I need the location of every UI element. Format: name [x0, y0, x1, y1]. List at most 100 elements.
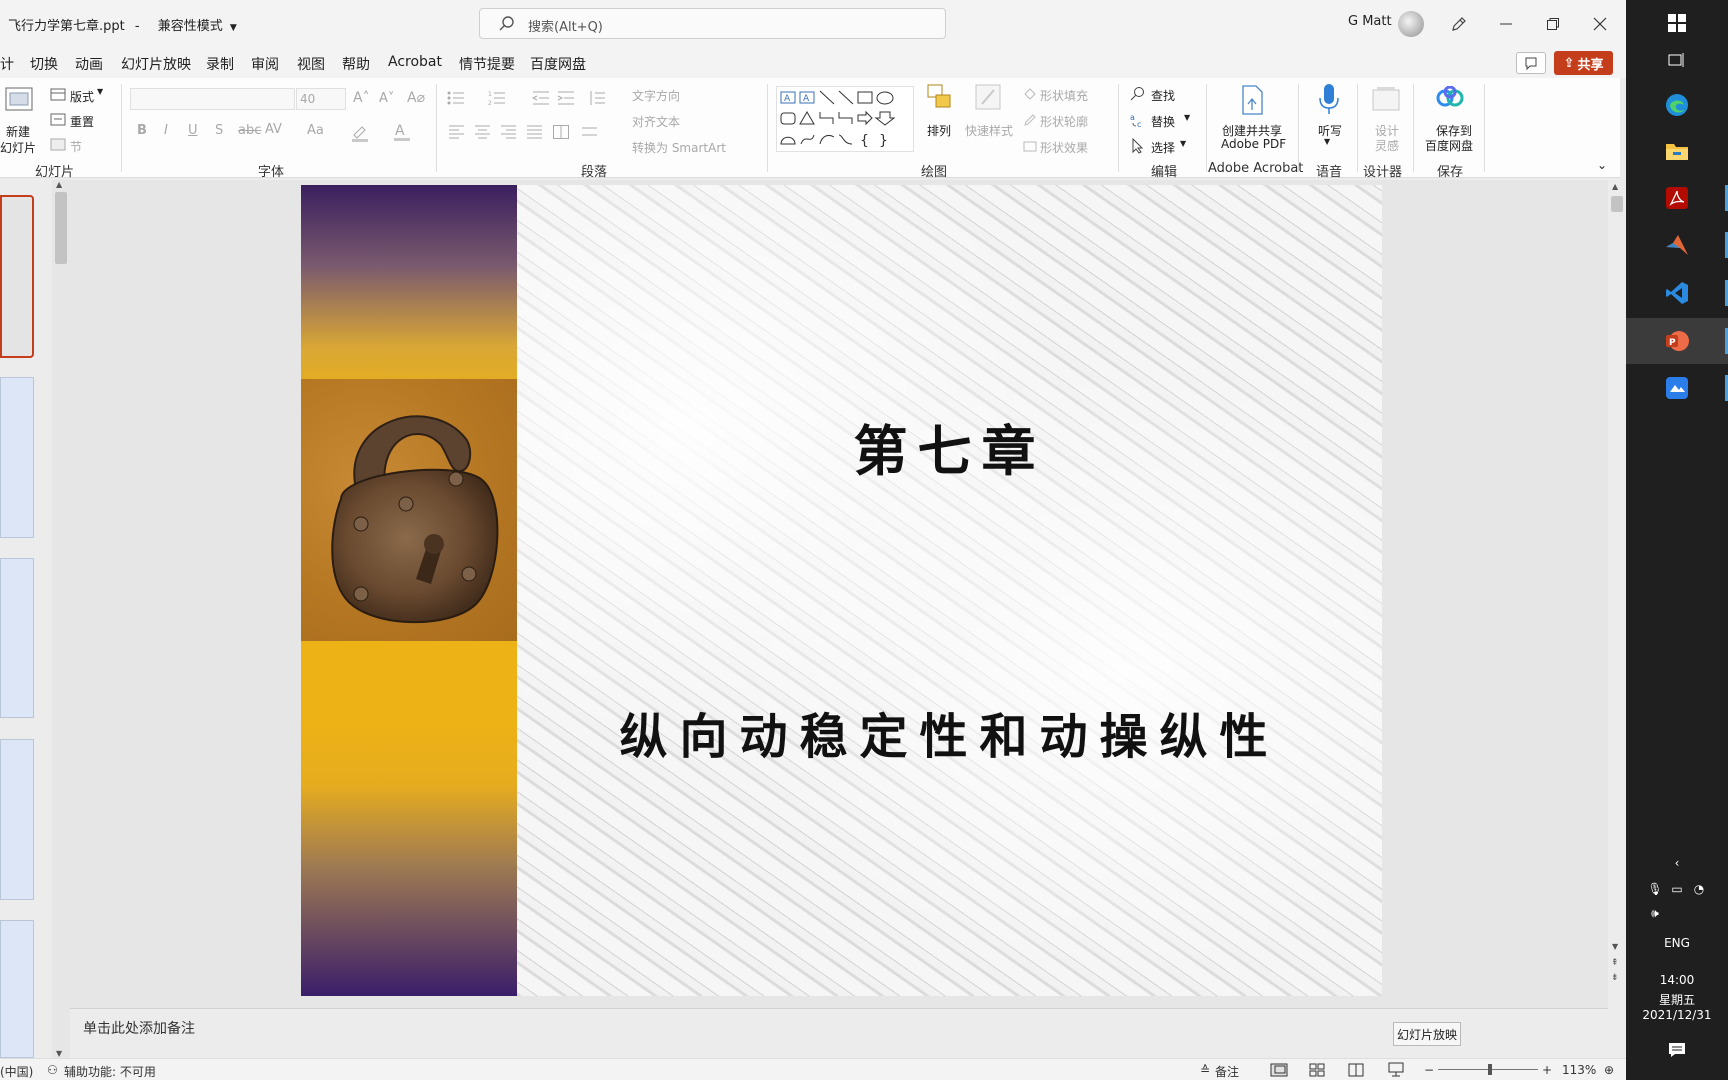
- avatar[interactable]: [1398, 11, 1424, 37]
- strikethrough-icon[interactable]: abc: [238, 123, 261, 138]
- taskbar-powerpoint[interactable]: P: [1626, 318, 1728, 364]
- bullets-icon[interactable]: [447, 90, 465, 106]
- search-box[interactable]: 搜索(Alt+Q): [479, 8, 946, 39]
- tab-acrobat[interactable]: Acrobat: [388, 54, 442, 70]
- section-button[interactable]: 节: [50, 136, 110, 156]
- scroll-down-icon[interactable]: ▼: [56, 1049, 62, 1058]
- notes-toggle-button[interactable]: 备注: [1215, 1063, 1239, 1080]
- zoom-in-icon[interactable]: +: [1542, 1063, 1552, 1077]
- notes-pane[interactable]: 单击此处添加备注: [70, 1008, 1608, 1058]
- taskbar-edge[interactable]: [1626, 82, 1728, 128]
- scrollbar-thumb[interactable]: [1611, 196, 1623, 212]
- slide-thumbnail-2[interactable]: [0, 377, 34, 538]
- slide-thumbnail-5[interactable]: [0, 920, 34, 1058]
- find-button[interactable]: 查找: [1130, 84, 1190, 104]
- grow-font-icon[interactable]: A˄: [353, 90, 370, 106]
- taskbar-netdisk[interactable]: [1626, 365, 1728, 411]
- new-slide-button[interactable]: 新建 幻灯片: [0, 82, 42, 155]
- paragraph-align-icon[interactable]: [582, 125, 598, 139]
- accessibility-status[interactable]: 辅助功能: 不可用: [64, 1063, 156, 1080]
- zoom-level[interactable]: 113%: [1562, 1063, 1596, 1077]
- volume-icon[interactable]: 🕪: [1604, 906, 1706, 921]
- tab-help[interactable]: 帮助: [342, 54, 370, 74]
- tab-animations[interactable]: 动画: [75, 54, 103, 74]
- taskbar-acrobat[interactable]: [1626, 175, 1728, 221]
- slide-sorter-icon[interactable]: [1309, 1063, 1325, 1077]
- align-text-button[interactable]: 对齐文本: [632, 113, 680, 130]
- tab-transitions[interactable]: 切换: [30, 54, 58, 74]
- align-left-icon[interactable]: [449, 125, 465, 139]
- task-view-button[interactable]: [1626, 37, 1728, 83]
- slide[interactable]: 第七章 纵向动稳定性和动操纵性: [301, 185, 1382, 996]
- padlock-image[interactable]: [301, 379, 517, 641]
- input-language[interactable]: ENG: [1626, 936, 1728, 950]
- slide-thumbnail-3[interactable]: [0, 558, 34, 718]
- scroll-down-icon[interactable]: ▼: [1612, 942, 1618, 951]
- zoom-slider-thumb[interactable]: [1488, 1064, 1492, 1075]
- scroll-up-icon[interactable]: ▲: [56, 180, 62, 189]
- close-icon[interactable]: [1588, 12, 1612, 36]
- minimize-icon[interactable]: [1494, 12, 1518, 36]
- underline-icon[interactable]: U: [188, 123, 198, 138]
- previous-slide-icon[interactable]: ⇞: [1611, 958, 1619, 968]
- tab-baidu-netdisk[interactable]: 百度网盘: [530, 54, 586, 74]
- bold-icon[interactable]: B: [137, 123, 147, 138]
- text-direction-button[interactable]: 文字方向: [632, 87, 680, 104]
- shadow-icon[interactable]: S: [215, 123, 223, 138]
- font-name-select[interactable]: [130, 88, 295, 110]
- reset-button[interactable]: 重置: [50, 111, 110, 131]
- taskbar-file-explorer[interactable]: [1626, 128, 1728, 174]
- tab-design[interactable]: 计: [0, 54, 14, 74]
- italic-icon[interactable]: I: [164, 123, 168, 138]
- slide-thumbnail-4[interactable]: [0, 739, 34, 900]
- shrink-font-icon[interactable]: A˅: [379, 91, 394, 106]
- align-center-icon[interactable]: [475, 125, 491, 139]
- fit-slide-icon[interactable]: ⊕: [1604, 1063, 1614, 1077]
- slide-thumbnail-1[interactable]: [0, 195, 34, 358]
- shape-fill-button[interactable]: 形状填充: [1040, 87, 1088, 104]
- scroll-up-icon[interactable]: ▲: [1612, 182, 1618, 191]
- increase-indent-icon[interactable]: [557, 90, 575, 106]
- design-ideas-button[interactable]: 设计 灵感: [1362, 80, 1410, 154]
- convert-smartart-button[interactable]: 转换为 SmartArt: [632, 139, 726, 156]
- normal-view-icon[interactable]: [1270, 1063, 1288, 1077]
- font-size-select[interactable]: 40: [296, 88, 346, 110]
- layout-button[interactable]: 版式 ▼: [50, 86, 110, 106]
- tab-storyboard[interactable]: 情节提要: [459, 54, 515, 74]
- tab-slideshow[interactable]: 幻灯片放映: [121, 54, 191, 74]
- columns-icon[interactable]: [553, 125, 569, 139]
- chevron-left-icon[interactable]: ‹: [1626, 856, 1728, 870]
- line-spacing-icon[interactable]: [588, 90, 606, 106]
- shape-effects-button[interactable]: 形状效果: [1040, 139, 1088, 156]
- slide-subtitle[interactable]: 纵向动稳定性和动操纵性: [517, 697, 1382, 767]
- change-case-icon[interactable]: Aa: [307, 123, 324, 138]
- quick-styles-button[interactable]: 快速样式: [964, 80, 1014, 150]
- tab-record[interactable]: 录制: [206, 54, 234, 74]
- tab-review[interactable]: 审阅: [251, 54, 279, 74]
- arrange-button[interactable]: 排列: [922, 80, 958, 150]
- document-title[interactable]: 飞行力学第七章.ppt - 兼容性模式 ▼: [8, 15, 237, 34]
- align-right-icon[interactable]: [501, 125, 517, 139]
- tab-view[interactable]: 视图: [297, 54, 325, 74]
- collapse-ribbon-icon[interactable]: ⌄: [1597, 158, 1607, 172]
- slide-title[interactable]: 第七章: [517, 407, 1382, 486]
- taskbar-matlab[interactable]: [1626, 222, 1728, 268]
- char-spacing-icon[interactable]: AV: [265, 122, 282, 137]
- reading-view-icon[interactable]: [1348, 1063, 1364, 1077]
- comments-button[interactable]: [1516, 52, 1546, 74]
- share-button[interactable]: ⇪ 共享: [1554, 51, 1613, 75]
- language-status[interactable]: (中国): [0, 1063, 33, 1080]
- shape-outline-button[interactable]: 形状轮廓: [1040, 113, 1088, 130]
- pen-icon[interactable]: [1447, 12, 1471, 36]
- taskbar-vscode[interactable]: [1626, 270, 1728, 316]
- save-to-baidu-button[interactable]: 保存到 百度网盘: [1420, 80, 1480, 154]
- slide-scrollbar[interactable]: ▲ ▼ ⇞ ⇟: [1608, 180, 1626, 992]
- shapes-gallery[interactable]: A A { }: [776, 86, 914, 152]
- justify-icon[interactable]: [527, 125, 543, 139]
- notification-center[interactable]: [1626, 1030, 1728, 1070]
- next-slide-icon[interactable]: ⇟: [1611, 973, 1619, 983]
- zoom-out-icon[interactable]: −: [1424, 1063, 1434, 1077]
- dictate-button[interactable]: 听写 ▼: [1304, 80, 1354, 154]
- scrollbar-thumb[interactable]: [55, 192, 67, 264]
- numbering-icon[interactable]: 12: [488, 90, 506, 106]
